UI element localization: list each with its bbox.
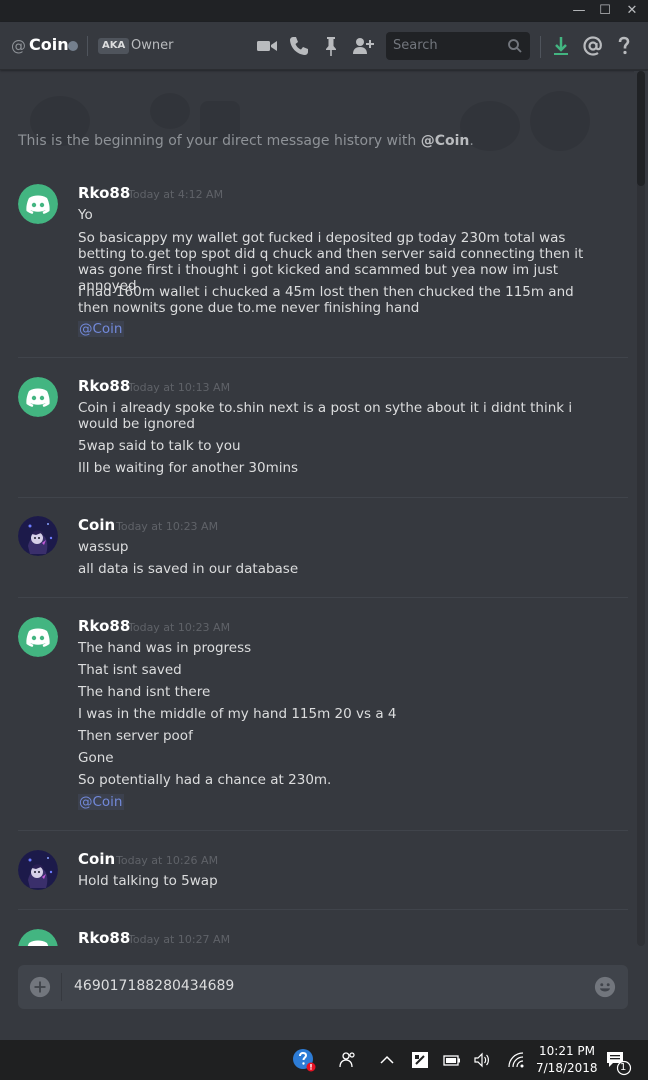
discord-default-avatar[interactable] xyxy=(18,377,58,417)
message-line: Then server poof xyxy=(78,728,193,744)
app-icon[interactable] xyxy=(410,1050,430,1070)
message-timestamp: Today at 10:13 AM xyxy=(128,381,231,394)
message-input[interactable]: 469017188280434689 xyxy=(74,978,234,994)
message-timestamp: Today at 10:23 AM xyxy=(128,621,231,634)
aka-badge: AKA xyxy=(98,38,130,54)
watermark-decoration xyxy=(30,91,590,151)
user-mention[interactable]: @Coin xyxy=(78,794,124,810)
message-author[interactable]: Coin xyxy=(78,516,115,534)
at-symbol: @ xyxy=(11,37,26,55)
message-line: Yo xyxy=(78,207,93,223)
message-list[interactable]: This is the beginning of your direct mes… xyxy=(0,71,634,946)
message-divider xyxy=(18,830,628,831)
discord-default-avatar[interactable] xyxy=(18,617,58,657)
action-center-icon[interactable] xyxy=(604,1048,632,1076)
add-friend-icon[interactable] xyxy=(351,34,375,58)
user-mention[interactable]: @Coin xyxy=(78,321,124,337)
help-icon[interactable] xyxy=(612,34,636,58)
message-line: Coin i already spoke to.shin next is a p… xyxy=(78,400,573,432)
windows-taskbar: 10:21 PM 7/18/2018 1 xyxy=(0,1040,648,1080)
mentions-icon[interactable] xyxy=(581,34,605,58)
header-separator xyxy=(540,36,541,58)
message-line: all data is saved in our database xyxy=(78,561,299,577)
people-icon[interactable] xyxy=(338,1050,358,1070)
message-line: @Coin xyxy=(78,321,598,337)
discord-default-avatar[interactable] xyxy=(18,184,58,224)
message-timestamp: Today at 10:23 AM xyxy=(116,520,219,533)
channel-name[interactable]: Coin xyxy=(29,35,69,54)
help-alert-icon[interactable] xyxy=(292,1048,316,1072)
message-author[interactable]: Rko88 xyxy=(78,377,130,395)
coin-avatar[interactable] xyxy=(18,516,58,556)
message-author[interactable]: Rko88 xyxy=(78,929,130,946)
volume-icon[interactable] xyxy=(472,1050,492,1070)
search-input[interactable]: Search xyxy=(386,32,530,60)
message-line: 5wap said to talk to you xyxy=(78,438,241,454)
header-divider xyxy=(87,36,88,56)
status-indicator xyxy=(68,41,78,51)
emoji-icon[interactable] xyxy=(594,976,616,998)
video-call-icon[interactable] xyxy=(255,34,279,58)
message-line: @Coin xyxy=(78,794,598,810)
message-divider xyxy=(18,497,628,498)
message-line: That isnt saved xyxy=(78,662,182,678)
search-placeholder: Search xyxy=(393,38,438,53)
message-divider xyxy=(18,909,628,910)
message-author[interactable]: Coin xyxy=(78,850,115,868)
chat-scrollbar[interactable] xyxy=(634,71,648,946)
message-composer[interactable]: 469017188280434689 xyxy=(18,965,628,1009)
intro-mention[interactable]: @Coin xyxy=(421,133,470,149)
minimize-button[interactable]: — xyxy=(567,0,591,22)
notification-count: 1 xyxy=(620,1062,627,1073)
pin-icon[interactable] xyxy=(319,34,343,58)
discord-default-avatar[interactable] xyxy=(18,929,58,946)
upload-plus-icon[interactable] xyxy=(29,976,51,998)
dm-history-intro: This is the beginning of your direct mes… xyxy=(18,133,474,149)
message-divider xyxy=(18,357,628,358)
message-author[interactable]: Rko88 xyxy=(78,617,130,635)
message-timestamp: Today at 4:12 AM xyxy=(128,188,224,201)
message-timestamp: Today at 10:27 AM xyxy=(128,933,231,946)
scrollbar-track xyxy=(637,71,645,946)
intro-prefix: This is the beginning of your direct mes… xyxy=(18,133,421,149)
chevron-up-icon[interactable] xyxy=(378,1050,396,1070)
message-line: The hand isnt there xyxy=(78,684,211,700)
message-line: wassup xyxy=(78,539,129,555)
wifi-icon[interactable] xyxy=(506,1050,526,1070)
window-titlebar: — ☐ ✕ xyxy=(0,0,648,22)
message-line: So potentially had a chance at 230m. xyxy=(78,772,332,788)
download-icon[interactable] xyxy=(549,34,573,58)
close-button[interactable]: ✕ xyxy=(620,0,644,22)
taskbar-time[interactable]: 10:21 PM xyxy=(539,1044,595,1058)
battery-icon[interactable] xyxy=(442,1050,462,1070)
aka-name: Owner xyxy=(131,38,174,53)
message-line: Gone xyxy=(78,750,114,766)
taskbar-date[interactable]: 7/18/2018 xyxy=(536,1061,598,1075)
scrollbar-thumb[interactable] xyxy=(637,71,645,186)
voice-call-icon[interactable] xyxy=(287,34,311,58)
channel-header: @ Coin AKA Owner Search xyxy=(0,22,648,70)
message-line: I was in the middle of my hand 115m 20 v… xyxy=(78,706,397,722)
message-line: The hand was in progress xyxy=(78,640,252,656)
composer-divider xyxy=(61,973,62,1001)
message-divider xyxy=(18,597,628,598)
coin-avatar[interactable] xyxy=(18,850,58,890)
message-line: Ill be waiting for another 30mins xyxy=(78,460,299,476)
message-line: Hold talking to 5wap xyxy=(78,873,218,889)
message-author[interactable]: Rko88 xyxy=(78,184,130,202)
search-icon xyxy=(508,39,522,53)
intro-suffix: . xyxy=(469,133,474,149)
maximize-button[interactable]: ☐ xyxy=(593,0,617,22)
message-timestamp: Today at 10:26 AM xyxy=(116,854,219,867)
message-line: I had 160m wallet i chucked a 45m lost t… xyxy=(78,284,574,316)
